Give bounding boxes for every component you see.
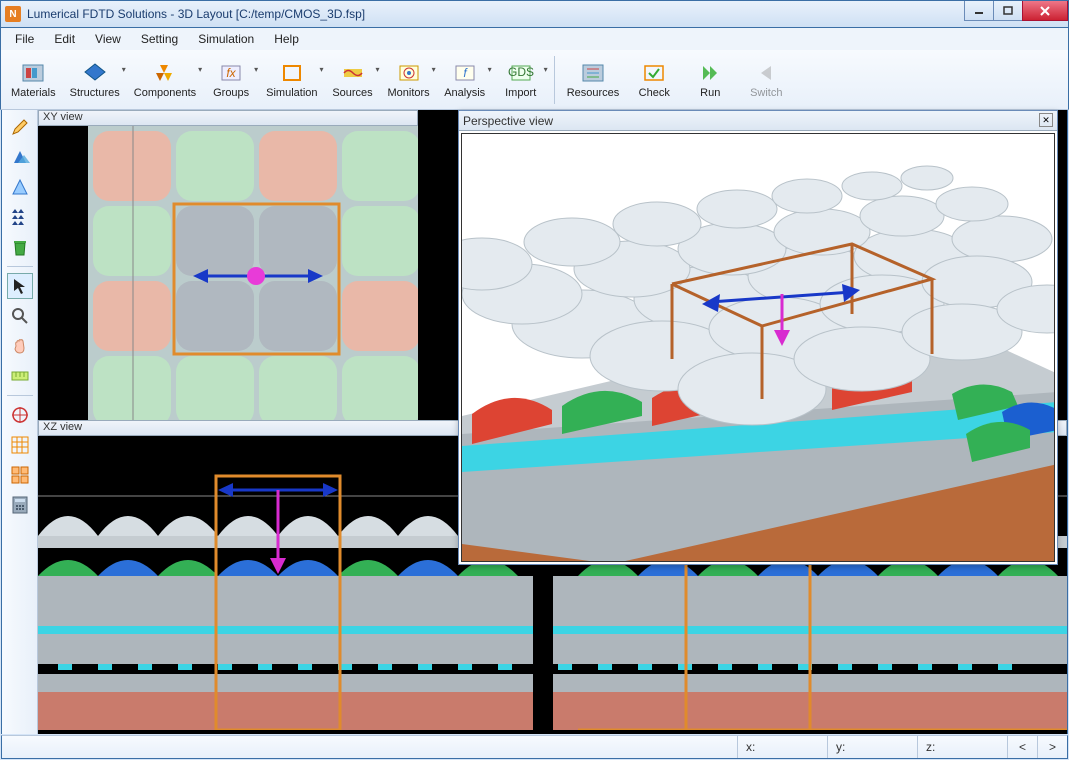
snap-tool[interactable] [7,462,33,488]
materials-icon [19,61,47,85]
triangle-tool[interactable] [7,144,33,170]
analysis-icon: f [451,61,479,85]
components-icon [151,61,179,85]
perspective-canvas[interactable] [461,133,1055,562]
check-button[interactable]: Check [627,59,681,101]
center-tool[interactable] [7,402,33,428]
perspective-view[interactable]: Perspective view ✕ [458,110,1058,565]
maximize-button[interactable] [993,1,1023,21]
grid-tool[interactable] [7,432,33,458]
monitors-icon [395,61,423,85]
menu-help[interactable]: Help [266,30,307,48]
perspective-view-label[interactable]: Perspective view [459,111,1057,131]
simulation-button[interactable]: Simulation▾ [260,59,323,101]
status-next-button[interactable]: > [1037,736,1067,758]
svg-text:GDS: GDS [508,65,534,79]
menu-setting[interactable]: Setting [133,30,186,48]
close-button[interactable] [1022,1,1068,21]
check-icon [640,61,668,85]
materials-button[interactable]: Materials [5,59,62,101]
perspective-close-button[interactable]: ✕ [1039,113,1053,127]
menu-view[interactable]: View [87,30,129,48]
ruler-tool[interactable] [7,363,33,389]
sidebar [2,110,38,734]
sidebar-separator [7,266,33,267]
xy-view-label: XY view [38,110,418,126]
shade-tool[interactable] [7,174,33,200]
menu-file[interactable]: File [7,30,42,48]
groups-button[interactable]: fx Groups▾ [204,59,258,101]
import-button[interactable]: GDS Import▾ [494,59,548,101]
toolbar: Materials Structures▾ Components▾ fx Gro… [0,50,1069,110]
svg-text:fx: fx [226,66,236,80]
main-area: XY view [1,110,1068,734]
run-button[interactable]: Run [683,59,737,101]
delete-tool[interactable] [7,234,33,260]
resources-icon [579,61,607,85]
monitors-button[interactable]: Monitors▾ [382,59,436,101]
status-y: y: [827,736,917,758]
analysis-button[interactable]: f Analysis▾ [438,59,492,101]
status-prev-button[interactable]: < [1007,736,1037,758]
toolbar-separator [554,56,555,104]
switch-button[interactable]: Switch [739,59,793,101]
titlebar: N Lumerical FDTD Solutions - 3D Layout [… [0,0,1069,28]
xy-view[interactable]: XY view [38,110,418,420]
switch-icon [752,61,780,85]
statusbar: x: y: z: < > [1,735,1068,759]
resources-button[interactable]: Resources [561,59,626,101]
sidebar-separator [7,395,33,396]
run-icon [696,61,724,85]
window-title: Lumerical FDTD Solutions - 3D Layout [C:… [27,7,365,21]
array-tool[interactable] [7,204,33,230]
simulation-icon [278,61,306,85]
pan-tool[interactable] [7,333,33,359]
sources-icon [339,61,367,85]
views-container: XY view [38,110,1067,734]
groups-icon: fx [217,61,245,85]
status-z: z: [917,736,1007,758]
app-icon: N [5,6,21,22]
components-button[interactable]: Components▾ [128,59,202,101]
calc-tool[interactable] [7,492,33,518]
edit-tool[interactable] [7,114,33,140]
import-icon: GDS [507,61,535,85]
menu-edit[interactable]: Edit [46,30,83,48]
sources-button[interactable]: Sources▾ [326,59,380,101]
structures-icon [81,61,109,85]
menu-simulation[interactable]: Simulation [190,30,262,48]
select-tool[interactable] [7,273,33,299]
minimize-button[interactable] [964,1,994,21]
status-x: x: [737,736,827,758]
xy-view-canvas[interactable] [38,126,418,420]
structures-button[interactable]: Structures▾ [64,59,126,101]
menubar: File Edit View Setting Simulation Help [0,28,1069,50]
zoom-tool[interactable] [7,303,33,329]
